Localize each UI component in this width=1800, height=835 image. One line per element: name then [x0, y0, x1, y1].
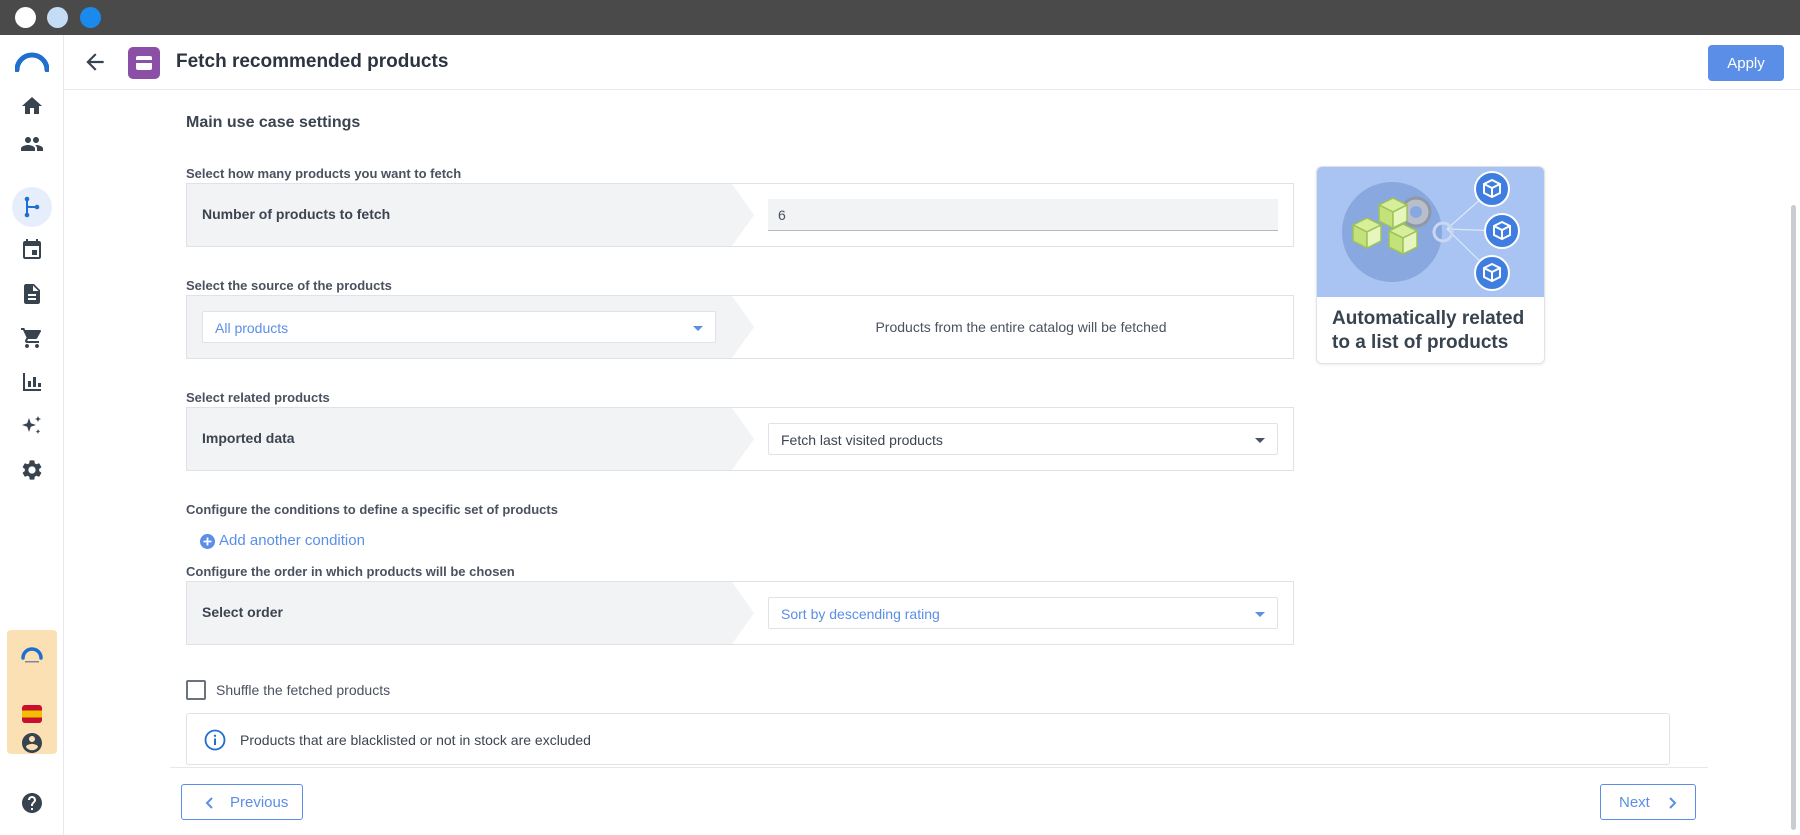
related-field-label: Select related products [186, 390, 330, 405]
window-close-button[interactable] [15, 7, 36, 28]
count-field-label: Select how many products you want to fet… [186, 166, 462, 181]
count-row-label: Number of products to fetch [202, 206, 391, 222]
product-count-input[interactable] [768, 199, 1278, 231]
shuffle-checkbox[interactable] [186, 680, 206, 700]
related-products-select[interactable]: Fetch last visited products [768, 423, 1278, 455]
cart-icon[interactable] [20, 326, 44, 350]
conditions-field-label: Configure the conditions to define a spe… [186, 502, 558, 517]
home-icon[interactable] [20, 94, 44, 118]
window-minimize-button[interactable] [47, 7, 68, 28]
source-field-label: Select the source of the products [186, 278, 392, 293]
app-logo-icon[interactable] [15, 52, 49, 72]
account-icon[interactable] [20, 731, 44, 755]
order-row: Select order Sort by descending rating [186, 581, 1294, 645]
row-arrow [732, 582, 754, 644]
shuffle-checkbox-label[interactable]: Shuffle the fetched products [216, 682, 390, 698]
help-icon[interactable] [20, 791, 44, 815]
source-select-value: All products [215, 320, 289, 336]
row-arrow [732, 184, 754, 246]
products-illustration-icon [1342, 171, 1520, 291]
gear-icon[interactable] [20, 458, 44, 482]
section-title: Main use case settings [186, 114, 361, 131]
page-header: Fetch recommended products Apply [64, 35, 1800, 90]
source-row: All products Products from the entire ca… [186, 295, 1294, 359]
workspace-logo-icon[interactable] [20, 642, 44, 664]
card-illustration [1317, 167, 1544, 297]
chevron-down-icon [1255, 612, 1265, 617]
footer-divider [170, 767, 1708, 768]
chevron-down-icon [693, 326, 703, 331]
info-icon [204, 729, 226, 751]
source-select[interactable]: All products [202, 311, 716, 343]
plus-circle-icon [200, 534, 215, 549]
bar-chart-icon[interactable] [20, 370, 44, 394]
info-message: Products that are blacklisted or not in … [186, 713, 1670, 765]
calendar-icon[interactable] [20, 238, 44, 262]
related-row-label: Imported data [202, 430, 295, 446]
window-titlebar [0, 0, 1800, 35]
node-type-icon [128, 47, 160, 79]
row-arrow [732, 408, 754, 470]
related-row: Imported data Fetch last visited product… [186, 407, 1294, 471]
count-row: Number of products to fetch [186, 183, 1294, 247]
next-label: Next [1619, 794, 1650, 811]
card-icon [136, 56, 152, 70]
flag-icon[interactable] [20, 702, 44, 726]
use-case-card: Automatically related to a list of produ… [1316, 166, 1545, 364]
chevron-left-icon [205, 797, 213, 809]
back-arrow-icon[interactable] [82, 49, 108, 75]
page-title: Fetch recommended products [176, 51, 449, 72]
next-button[interactable]: Next [1600, 784, 1696, 820]
order-select[interactable]: Sort by descending rating [768, 597, 1278, 629]
info-text: Products that are blacklisted or not in … [240, 732, 591, 748]
document-icon[interactable] [20, 282, 44, 306]
order-row-label: Select order [202, 604, 283, 620]
scrollbar[interactable] [1791, 205, 1796, 830]
sidebar [0, 35, 64, 835]
apply-button[interactable]: Apply [1708, 45, 1784, 81]
window-maximize-button[interactable] [80, 7, 101, 28]
people-icon[interactable] [20, 132, 44, 156]
order-field-label: Configure the order in which products wi… [186, 564, 515, 579]
previous-label: Previous [230, 794, 289, 811]
card-title: Automatically related to a list of produ… [1332, 308, 1525, 353]
chevron-down-icon [1255, 438, 1265, 443]
order-select-value: Sort by descending rating [781, 606, 940, 622]
add-condition-label: Add another condition [219, 532, 365, 549]
branch-icon[interactable] [20, 195, 44, 219]
sparkle-icon[interactable] [20, 414, 44, 438]
chevron-right-icon [1669, 797, 1677, 809]
related-select-value: Fetch last visited products [781, 432, 943, 448]
source-description: Products from the entire catalog will be… [875, 319, 1167, 335]
previous-button[interactable]: Previous [181, 784, 303, 820]
